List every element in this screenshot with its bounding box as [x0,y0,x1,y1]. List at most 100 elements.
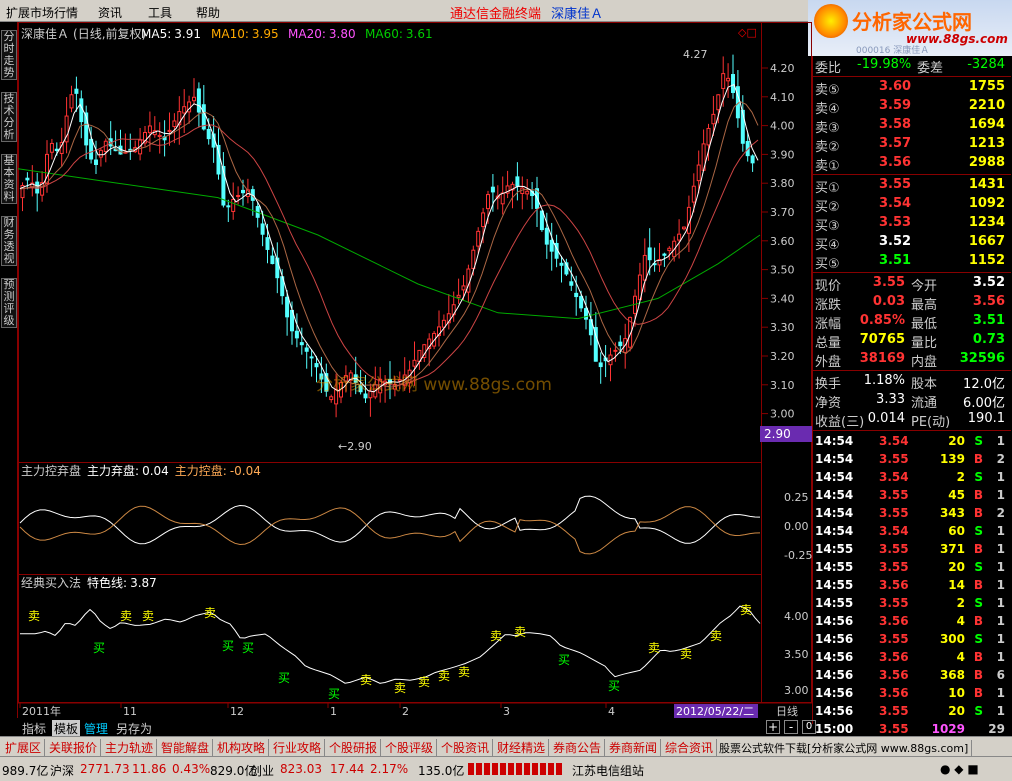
sidebar-tab-fundamentals[interactable]: 基本资料 [1,154,17,204]
sell-signal: 卖 [120,609,132,623]
sell-volume: 1694 [968,117,1005,132]
tick-volume: 10 [948,686,965,700]
candle-body [192,96,196,102]
buy-price: 3.52 [879,234,912,249]
info-label-2: 量比 [911,336,938,351]
menu-tools[interactable]: 工具 [148,4,172,21]
nav-item-8[interactable]: 个股资讯 [438,739,494,756]
info-row-3: 总量 70765 量比 0.73 [813,331,1011,351]
low-label: ←2.90 [338,440,372,453]
sell-volume: 1755 [968,79,1005,94]
tick-count: 1 [996,632,1005,646]
candle-body [721,73,726,89]
candle-body [260,223,265,235]
tick-row: 14:56 3.56 368 B 6 [813,666,1011,684]
nav-ad-link[interactable]: 股票公式软件下载[分析家公式网 www.88gs.com] [716,740,973,756]
sell-row-2: 卖③ 3.58 1694 [813,116,1011,136]
candle-body [98,149,103,158]
nav-item-0[interactable]: 扩展区 [2,739,46,756]
tick-time: 14:54 [815,488,854,502]
sell-row-4: 卖① 3.56 2988 [813,154,1011,174]
nav-item-4[interactable]: 机构攻略 [214,739,270,756]
nav-item-2[interactable]: 主力轨迹 [102,739,158,756]
sidebar-tab-intraday[interactable]: 分时走势 [1,30,17,80]
candle-body [539,210,544,231]
tick-side: S [974,560,983,574]
candlesticks [20,54,755,418]
candle-body [481,212,486,228]
tick-time: 14:56 [815,668,854,682]
kline-chart[interactable]: 深康佳Ａ (日线,前复权) MA5: 3.91 MA10: 3.95 MA20: 3.80 M… [17,22,812,718]
panel-divider [813,370,1011,371]
zoom-out-button[interactable]: - [784,720,798,734]
reset-zoom-button[interactable]: 0 [802,720,816,734]
nav-item-3[interactable]: 智能解盘 [158,739,214,756]
candle-body [314,363,319,368]
sidebar-tab-financials[interactable]: 财务透视 [1,216,17,266]
nav-item-5[interactable]: 行业攻略 [270,739,326,756]
menu-news[interactable]: 资讯 [98,4,122,21]
info-row-1: 涨跌 0.03 最高 3.56 [813,293,1011,313]
window-title: 通达信金融终端 深康佳Ａ [450,3,603,22]
nav-item-1[interactable]: 关联报价 [46,739,102,756]
left-sidebar: 分时走势 技术分析 基本资料 财务透视 预测评级 [0,22,18,718]
candle-body [285,296,290,318]
nav-item-12[interactable]: 综合资讯 [662,739,718,756]
info-label-2: 今开 [911,279,938,294]
info2-label-2: 流通 [911,396,938,411]
candle-body [461,285,466,291]
candle-body [69,94,74,109]
tick-price: 3.56 [879,686,909,700]
sell-signal: 卖 [28,609,40,623]
zoom-in-button[interactable]: + [766,720,780,734]
info-label: 涨幅 [815,317,842,332]
weibi-label: 委比 [815,61,842,76]
tab-save-as[interactable]: 另存为 [116,720,152,737]
nav-item-11[interactable]: 券商新闻 [606,739,662,756]
nav-item-7[interactable]: 个股评级 [382,739,438,756]
info-label-2: 内盘 [911,355,938,370]
candle-body [25,177,30,181]
tick-volume: 20 [948,704,965,718]
info2-value-2: 190.1 [967,411,1005,426]
nav-item-10[interactable]: 券商公告 [550,739,606,756]
sidebar-tab-technical[interactable]: 技术分析 [1,92,17,142]
tick-volume: 20 [948,434,965,448]
menu-extended-market[interactable]: 扩展市场行情 [6,4,78,21]
tick-volume: 368 [939,668,965,682]
ind2-tick-1: 4.00 [784,610,809,623]
ma-legend-1: MA10: 3.95 [211,27,279,41]
tab-manage[interactable]: 管理 [84,720,108,737]
tick-row: 14:55 3.55 371 B 1 [813,540,1011,558]
candle-body [231,198,236,212]
tick-side: S [974,434,983,448]
info-value-2: 3.52 [972,275,1005,290]
tick-price: 3.56 [879,578,909,592]
candle-body [574,292,579,298]
info-value-2: 0.73 [972,332,1005,347]
tick-row: 14:54 3.54 60 S 1 [813,522,1011,540]
candle-body [294,330,299,339]
ind1-abandon-line [19,495,761,545]
sell-row-3: 卖② 3.57 1213 [813,135,1011,155]
ma5-line [19,83,759,393]
tick-time: 14:55 [815,578,854,592]
nav-item-9[interactable]: 财经精选 [494,739,550,756]
sidebar-tab-ratings[interactable]: 预测评级 [1,278,17,328]
sell-volume: 2988 [968,155,1005,170]
buy-price: 3.53 [879,215,912,230]
chart-area[interactable]: 深康佳Ａ (日线,前复权) MA5: 3.91 MA10: 3.95 MA20: 3.80 M… [17,22,812,718]
logo-icon [814,4,848,38]
tab-template[interactable]: 模板 [52,720,81,737]
candle-body [74,88,79,94]
candle-body [89,138,94,160]
ind1-tick-2: 0.00 [784,520,809,533]
tab-indicator[interactable]: 指标 [22,720,46,737]
status-hs-pct: 0.43% [172,762,211,776]
menu-help[interactable]: 帮助 [196,4,220,21]
chart-options-icon[interactable]: ◇□ [738,26,757,39]
nav-item-6[interactable]: 个股研报 [326,739,382,756]
ma-legend-0: MA5: 3.91 [141,27,201,41]
panel-divider [813,272,1011,273]
sell-signal: 卖 [360,673,372,687]
